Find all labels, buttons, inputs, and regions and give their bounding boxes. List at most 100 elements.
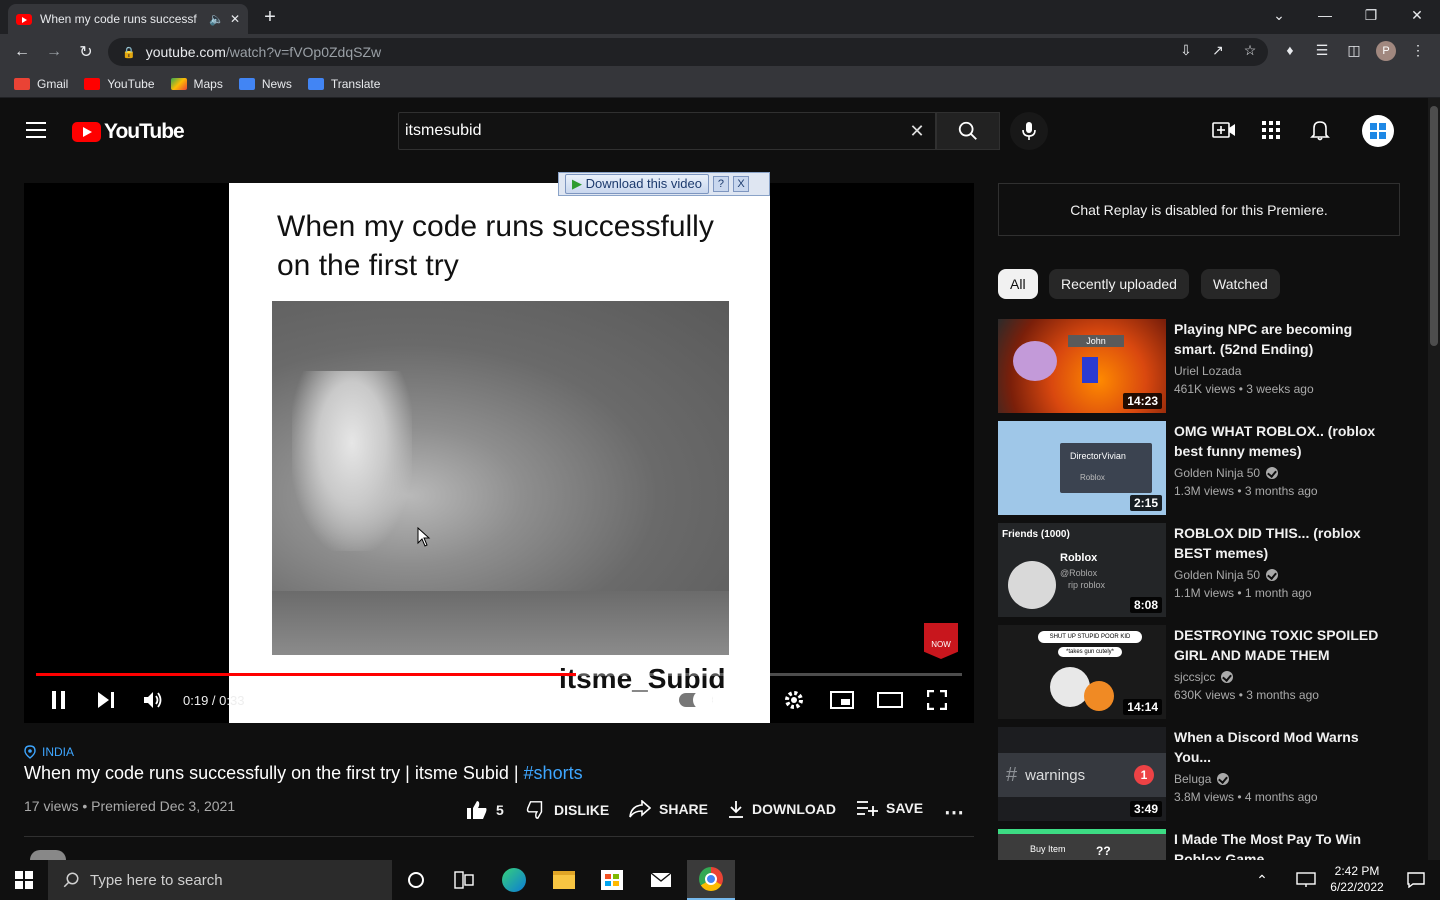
- task-view-icon[interactable]: [440, 860, 488, 900]
- video-title[interactable]: When a Discord Mod Warns You...: [1174, 727, 1384, 767]
- video-thumbnail[interactable]: John 14:23: [998, 319, 1166, 413]
- edge-browser-icon[interactable]: [490, 860, 538, 900]
- back-arrow-icon[interactable]: ←: [10, 40, 34, 64]
- media-control-icon[interactable]: ☰: [1312, 42, 1332, 59]
- new-tab-button[interactable]: +: [258, 6, 282, 30]
- close-window-button[interactable]: ✕: [1394, 0, 1440, 30]
- location-link[interactable]: INDIA: [24, 745, 74, 759]
- bookmark-maps[interactable]: Maps: [170, 77, 223, 91]
- profile-avatar[interactable]: P: [1376, 41, 1396, 61]
- search-input[interactable]: itsmesubid ✕: [398, 112, 936, 150]
- bookmark-youtube[interactable]: YouTube: [84, 77, 155, 91]
- channel-label[interactable]: Golden Ninja 50: [1174, 568, 1260, 582]
- account-avatar[interactable]: [1362, 115, 1394, 147]
- progress-bar[interactable]: [36, 673, 962, 676]
- create-video-icon[interactable]: [1212, 120, 1236, 145]
- captions-button[interactable]: CC: [734, 687, 758, 713]
- video-thumbnail[interactable]: # warnings 1 3:49: [998, 727, 1166, 821]
- taskbar-search-box[interactable]: Type here to search: [48, 860, 392, 900]
- channel-avatar[interactable]: [30, 850, 66, 860]
- search-button[interactable]: [936, 112, 1000, 150]
- scrollbar-thumb[interactable]: [1430, 106, 1438, 346]
- voice-search-button[interactable]: [1010, 112, 1048, 150]
- download-this-video-button[interactable]: ▶ Download this video: [565, 174, 709, 194]
- share-page-icon[interactable]: ↗: [1208, 42, 1228, 59]
- youtube-logo[interactable]: YouTube: [72, 120, 185, 144]
- video-thumbnail[interactable]: Buy Item ??: [998, 829, 1166, 860]
- chrome-menu-icon[interactable]: ⋮: [1408, 42, 1428, 59]
- close-banner-button[interactable]: X: [732, 176, 749, 192]
- browser-tab[interactable]: When my code runs successf 🔈 ✕: [8, 4, 248, 34]
- video-thumbnail[interactable]: SHUT UP STUPID POOR KID *takes gun cutel…: [998, 625, 1166, 719]
- chip-recently-uploaded[interactable]: Recently uploaded: [1049, 269, 1189, 299]
- mail-icon[interactable]: [637, 860, 685, 900]
- like-button[interactable]: 5: [466, 800, 504, 820]
- network-icon[interactable]: [1288, 860, 1324, 900]
- related-video[interactable]: DirectorVivian Roblox 2:15 OMG WHAT ROBL…: [998, 421, 1408, 517]
- forward-arrow-icon[interactable]: →: [42, 40, 66, 64]
- autoplay-toggle[interactable]: [678, 687, 714, 713]
- bookmark-news[interactable]: News: [238, 77, 292, 91]
- channel-label[interactable]: Beluga: [1174, 772, 1211, 786]
- channel-label[interactable]: Uriel Lozada: [1174, 364, 1241, 378]
- chrome-taskbar-icon[interactable]: [687, 860, 735, 900]
- extensions-icon[interactable]: ♦: [1280, 42, 1300, 58]
- subscribe-now-badge[interactable]: NOW: [924, 623, 958, 659]
- miniplayer-button[interactable]: [829, 687, 855, 713]
- video-title[interactable]: DESTROYING TOXIC SPOILED GIRL AND MADE T…: [1174, 625, 1384, 665]
- channel-label[interactable]: Golden Ninja 50: [1174, 466, 1260, 480]
- chip-all[interactable]: All: [998, 269, 1038, 299]
- speaker-muted-icon[interactable]: 🔈: [209, 12, 224, 26]
- video-thumbnail[interactable]: Friends (1000) Roblox @Roblox rip roblox…: [998, 523, 1166, 617]
- install-icon[interactable]: ⇩: [1176, 42, 1196, 59]
- address-bar[interactable]: 🔒 youtube.com/watch?v=fVOp0ZdqSZw: [108, 38, 1268, 66]
- video-thumbnail[interactable]: DirectorVivian Roblox 2:15: [998, 421, 1166, 515]
- show-hidden-icons-icon[interactable]: ⌃: [1240, 860, 1284, 900]
- video-title[interactable]: ROBLOX DID THIS... (roblox BEST memes): [1174, 523, 1384, 563]
- notifications-bell-icon[interactable]: [1310, 119, 1330, 146]
- next-button[interactable]: [95, 687, 117, 713]
- video-title[interactable]: Playing NPC are becoming smart. (52nd En…: [1174, 319, 1384, 359]
- save-button[interactable]: SAVE: [856, 800, 923, 816]
- help-button[interactable]: ?: [712, 176, 729, 192]
- cortana-icon[interactable]: [392, 860, 440, 900]
- hamburger-menu-icon[interactable]: [26, 122, 46, 138]
- side-panel-icon[interactable]: ◫: [1344, 42, 1364, 59]
- bookmark-gmail[interactable]: Gmail: [14, 77, 68, 91]
- reload-icon[interactable]: ↻: [74, 40, 98, 64]
- pause-button[interactable]: [48, 687, 70, 713]
- chip-watched[interactable]: Watched: [1201, 269, 1280, 299]
- bookmark-translate[interactable]: Translate: [307, 77, 380, 91]
- file-explorer-icon[interactable]: [540, 860, 588, 900]
- clear-search-icon[interactable]: ✕: [899, 121, 935, 142]
- microsoft-store-icon[interactable]: [588, 860, 636, 900]
- system-clock[interactable]: 2:42 PM 6/22/2022: [1322, 863, 1392, 895]
- related-video[interactable]: Buy Item ?? I Made The Most Pay To Win R…: [998, 829, 1408, 860]
- download-button[interactable]: DOWNLOAD: [728, 800, 836, 818]
- hashtag-link[interactable]: #shorts: [524, 763, 583, 783]
- related-video[interactable]: Friends (1000) Roblox @Roblox rip roblox…: [998, 523, 1408, 619]
- video-player[interactable]: When my code runs successfully on the fi…: [24, 183, 974, 723]
- theater-mode-button[interactable]: [877, 687, 903, 713]
- dislike-button[interactable]: DISLIKE: [526, 800, 609, 820]
- bookmark-star-icon[interactable]: ☆: [1240, 42, 1260, 59]
- related-video[interactable]: # warnings 1 3:49 When a Discord Mod War…: [998, 727, 1408, 823]
- video-title[interactable]: I Made The Most Pay To Win Roblox Game: [1174, 829, 1384, 860]
- tab-search-icon[interactable]: ⌄: [1256, 0, 1302, 30]
- action-center-icon[interactable]: [1392, 860, 1440, 900]
- channel-label[interactable]: sjccsjcc: [1174, 670, 1215, 684]
- settings-button[interactable]: [782, 687, 806, 713]
- video-title[interactable]: OMG WHAT ROBLOX.. (roblox best funny mem…: [1174, 421, 1384, 461]
- tab-close-icon[interactable]: ✕: [230, 12, 240, 26]
- related-video[interactable]: SHUT UP STUPID POOR KID *takes gun cutel…: [998, 625, 1408, 721]
- related-video[interactable]: John 14:23 Playing NPC are becoming smar…: [998, 319, 1408, 415]
- apps-grid-icon[interactable]: [1262, 121, 1280, 144]
- start-button[interactable]: [0, 860, 48, 900]
- restore-button[interactable]: ❐: [1348, 0, 1394, 30]
- fullscreen-button[interactable]: [925, 687, 949, 713]
- minimize-button[interactable]: —: [1302, 0, 1348, 30]
- more-actions-icon[interactable]: ⋯: [944, 800, 964, 825]
- page-scrollbar[interactable]: [1428, 98, 1440, 860]
- share-button[interactable]: SHARE: [629, 800, 708, 818]
- volume-button[interactable]: [142, 687, 164, 713]
